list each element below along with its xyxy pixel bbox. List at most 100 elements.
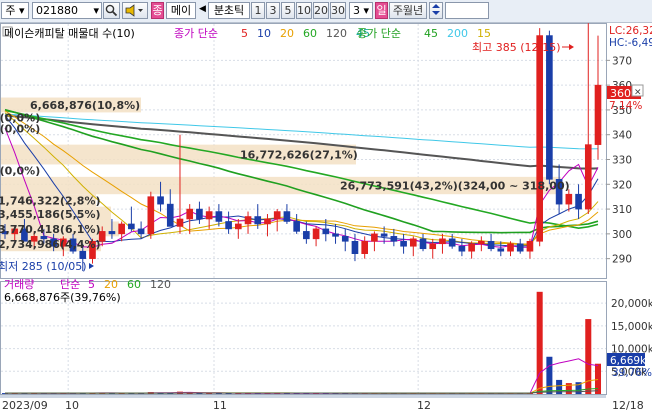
candle-body <box>128 223 135 230</box>
ma1-period-label: 5 <box>241 27 248 40</box>
stock-chart-svg[interactable]: 6,668,876(10,8%) 0(0,0%) 0(0,0%) 16,772,626… <box>0 23 652 412</box>
volume-bar <box>536 291 543 394</box>
x-axis-label: 11 <box>213 399 227 412</box>
candle-body <box>322 228 330 235</box>
volume-ma-label: 단순 <box>60 278 80 291</box>
x-axis-labels: 2023/09 10 11 12 12/18 <box>2 399 644 412</box>
ma2-period-label: 45 <box>424 27 438 40</box>
candle-body <box>409 238 417 247</box>
x-axis-label: 10 <box>65 399 79 412</box>
candle-body <box>429 243 437 250</box>
volume-tick-label: 15,000k <box>611 321 652 333</box>
ma1-period-label: 60 <box>303 27 317 40</box>
ma2-label: 종가 단순 <box>357 27 401 40</box>
candle-body <box>400 240 407 247</box>
period-label: 10 <box>297 4 311 17</box>
volume-profile-label: 2,734,986(4,4%) <box>0 238 101 251</box>
volume-profile-label: 1,746,322(2,8%) <box>0 194 101 207</box>
candle-body <box>507 243 514 252</box>
period-label: 5 <box>284 4 292 17</box>
candle-body <box>79 250 87 259</box>
current-price: 360 <box>610 87 631 100</box>
candle-body <box>341 236 349 242</box>
candle-body <box>468 243 475 252</box>
favorite-toggle[interactable]: 종 <box>151 2 164 19</box>
candle-body <box>254 216 262 225</box>
current-volume: 6,669k <box>610 355 647 367</box>
week-month-year-button[interactable]: 주월년 <box>389 2 427 19</box>
market-select[interactable]: 주 ▾ <box>1 2 29 19</box>
chevron-down-icon[interactable]: ▾ <box>93 3 99 18</box>
candle-body <box>303 231 310 240</box>
volume-profile-label: 0(0,0%) <box>0 165 40 178</box>
candle-body <box>225 221 232 230</box>
candle-body <box>118 223 125 235</box>
candle-body <box>244 216 252 225</box>
period-button-30[interactable]: 30 <box>330 2 346 19</box>
price-tick-label: 290 <box>612 254 632 266</box>
interval-select[interactable]: 3 ▾ <box>349 2 373 19</box>
close-icon[interactable]: × <box>634 88 642 98</box>
price-tick-label: 340 <box>612 130 632 142</box>
chart-area[interactable]: 6,668,876(10,8%) 0(0,0%) 0(0,0%) 16,772,626… <box>0 23 652 412</box>
candle-body <box>458 245 466 252</box>
speaker-icon[interactable] <box>122 2 148 19</box>
candle-body <box>157 196 164 205</box>
volume-profile-label: 16,772,626(27,1%) <box>240 149 358 162</box>
candle-body <box>205 211 213 220</box>
period-label: 30 <box>331 4 345 17</box>
chart-scrollbar[interactable] <box>0 395 606 398</box>
volume-bar <box>585 319 592 394</box>
x-axis-label: 12 <box>417 399 431 412</box>
updown-arrow-icon[interactable] <box>429 2 443 19</box>
volume-tick-label: 20,000k <box>611 298 652 310</box>
day-button[interactable]: 일 <box>375 2 388 19</box>
candle-body <box>264 218 271 225</box>
candle-body <box>186 208 194 220</box>
tick-interval-button[interactable]: 분초틱 <box>208 2 250 19</box>
candle-body <box>137 228 145 235</box>
candle-body <box>293 221 300 232</box>
lc-readout: LC:26,32 <box>609 25 652 37</box>
search-icon[interactable] <box>103 2 120 19</box>
period-label: 20 <box>314 4 328 17</box>
chart-toolbar: 주 ▾ 021880 ▾ 종 메이 ◀ 분초틱 1 3 5 10 20 30 3 … <box>0 0 652 23</box>
volume-bar <box>594 363 602 394</box>
price-tick-label: 370 <box>612 55 632 67</box>
ma1-period-label: 120 <box>326 27 347 40</box>
price-tick-label: 330 <box>612 155 632 167</box>
menu-button[interactable]: 메이 <box>166 2 196 19</box>
stock-code-input[interactable]: 021880 ▾ <box>32 2 102 19</box>
candle-body <box>351 240 359 254</box>
triangle-left-icon[interactable]: ◀ <box>198 2 207 19</box>
price-tick-label: 300 <box>612 229 632 241</box>
period-button-20[interactable]: 20 <box>313 2 329 19</box>
period-button-1[interactable]: 1 <box>251 2 265 19</box>
candle-body <box>215 211 223 222</box>
volume-profile-label: 3,455,186(5,5%) <box>0 208 101 221</box>
period-button-10[interactable]: 10 <box>296 2 312 19</box>
candle-body <box>546 35 553 180</box>
volume-profile-label: 3,770,418(6,1%) <box>0 223 101 236</box>
candle-body <box>283 211 291 222</box>
candle-body <box>166 203 174 227</box>
candle-body <box>273 211 281 220</box>
period-label: 3 <box>269 4 277 17</box>
extra-input[interactable] <box>445 2 489 19</box>
period-button-3[interactable]: 3 <box>266 2 280 19</box>
volume-profile-label: 26,773,591(43,2%)(324,00 ~ 318,00) <box>340 180 570 193</box>
candle-body <box>419 238 427 250</box>
ma1-period-label: 10 <box>257 27 271 40</box>
x-axis-label: 2023/09 <box>2 399 48 412</box>
candle-body <box>234 223 242 230</box>
candle-body <box>108 231 116 235</box>
chart-title: 메이슨캐피탈 매물대 수(10) <box>4 27 135 40</box>
menu-button-label: 메이 <box>170 4 192 17</box>
ma1-label: 종가 단순 <box>174 27 218 40</box>
candle-body <box>371 233 378 242</box>
period-button-5[interactable]: 5 <box>281 2 295 19</box>
candle-body <box>575 193 582 210</box>
volume-ma-period-label: 120 <box>150 278 171 291</box>
volume-last-value: 6,668,876주(39,76%) <box>4 291 121 304</box>
stock-code-value: 021880 <box>36 4 78 17</box>
